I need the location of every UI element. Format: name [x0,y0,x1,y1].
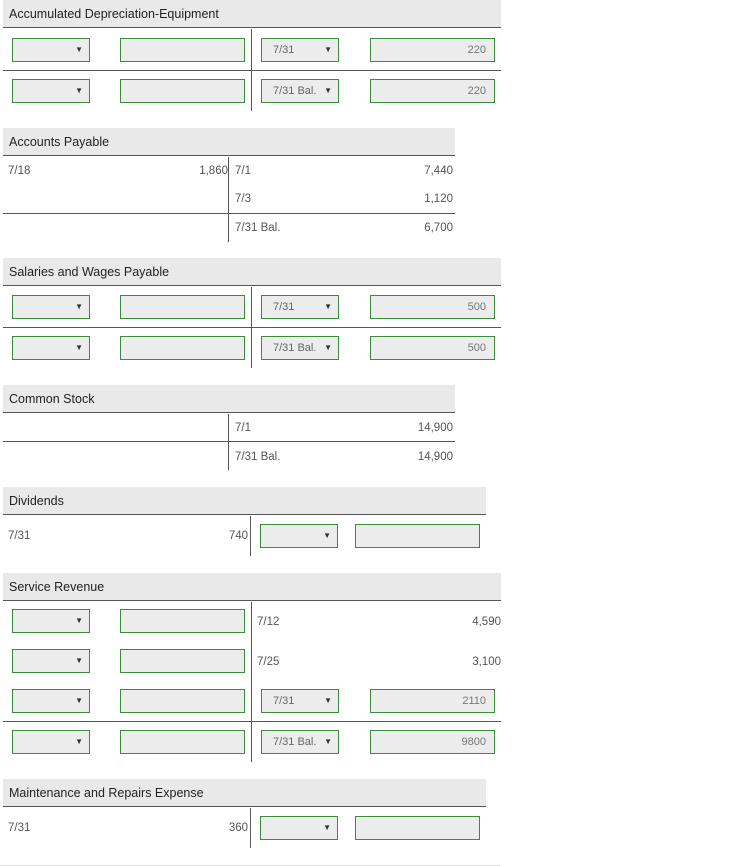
credit-date: 7/12 [257,616,280,628]
credit-amount-input[interactable]: 500 [370,336,495,360]
account-title: Maintenance and Repairs Expense [3,779,486,807]
t-divider [228,414,229,470]
row-divider [3,327,501,328]
credit-date-select[interactable]: 7/31 Bal. ▼ [261,79,339,103]
credit-date-select[interactable]: ▼ [260,816,338,840]
credit-balance-date: 7/31 Bal. [235,451,281,463]
dropdown-arrow-icon: ▼ [75,656,83,665]
debit-date-select[interactable]: ▼ [12,336,90,360]
debit-date: 7/31 [8,822,31,834]
credit-amount-input[interactable] [355,816,480,840]
credit-amount: 14,900 [417,422,453,434]
dropdown-arrow-icon: ▼ [324,302,332,311]
credit-date-select[interactable]: 7/31 ▼ [261,295,339,319]
credit-date-select[interactable]: 7/31 ▼ [261,38,339,62]
account-title: Accumulated Depreciation-Equipment [3,0,501,28]
credit-date: 7/1 [235,165,251,177]
t-divider [250,808,251,848]
credit-date-select[interactable]: 7/31 Bal. ▼ [261,730,339,754]
t-account-salaries-wages-payable: Salaries and Wages Payable ▼ 7/31 ▼ 500 ▼… [3,258,501,370]
t-account-common-stock: Common Stock 7/1 14,900 7/31 Bal. 14,900 [3,385,455,471]
credit-balance-amount: 14,900 [417,451,453,463]
credit-date: 7/25 [257,656,280,668]
debit-amount-input[interactable] [120,730,245,754]
credit-amount-input[interactable]: 2110 [370,689,495,713]
credit-amount: 3,100 [472,656,501,668]
credit-amount: 4,590 [472,616,501,628]
credit-amount: 7,440 [424,165,453,177]
account-title: Service Revenue [3,573,501,601]
debit-date-select[interactable]: ▼ [12,649,90,673]
debit-date: 7/18 [8,165,31,177]
credit-amount-input[interactable]: 220 [370,38,495,62]
debit-amount: 1,860 [199,165,228,177]
row-divider [3,70,501,71]
debit-date-select[interactable]: ▼ [12,38,90,62]
debit-date: 7/31 [8,530,31,542]
dropdown-arrow-icon: ▼ [75,343,83,352]
credit-date: 7/3 [235,193,251,205]
dropdown-arrow-icon: ▼ [324,86,332,95]
dropdown-arrow-icon: ▼ [324,696,332,705]
t-account-accounts-payable: Accounts Payable 7/18 1,860 7/1 7,440 7/… [3,128,455,243]
debit-amount-input[interactable] [120,38,245,62]
debit-date-select[interactable]: ▼ [12,609,90,633]
credit-amount-input[interactable] [355,524,480,548]
account-title: Accounts Payable [3,128,455,156]
credit-balance-amount: 6,700 [424,222,453,234]
credit-amount-input[interactable]: 9800 [370,730,495,754]
account-title: Common Stock [3,385,455,413]
credit-amount-input[interactable]: 500 [370,295,495,319]
debit-amount-input[interactable] [120,609,245,633]
t-account-dividends: Dividends 7/31 740 ▼ [3,487,486,557]
t-divider [250,516,251,556]
select-value: 7/31 Bal. [273,736,317,748]
credit-date-select[interactable]: ▼ [260,524,338,548]
select-value: 7/31 Bal. [273,342,317,354]
row-divider [3,441,455,442]
credit-date-select[interactable]: 7/31 Bal. ▼ [261,336,339,360]
dropdown-arrow-icon: ▼ [75,302,83,311]
account-title: Dividends [3,487,486,515]
account-title: Salaries and Wages Payable [3,258,501,286]
select-value: 7/31 [273,695,295,707]
credit-amount: 1,120 [424,193,453,205]
select-value: 7/31 Bal. [273,85,317,97]
dropdown-arrow-icon: ▼ [323,531,331,540]
dropdown-arrow-icon: ▼ [75,696,83,705]
debit-date-select[interactable]: ▼ [12,295,90,319]
dropdown-arrow-icon: ▼ [323,823,331,832]
dropdown-arrow-icon: ▼ [324,343,332,352]
debit-date-select[interactable]: ▼ [12,689,90,713]
t-account-maintenance-repairs-expense: Maintenance and Repairs Expense 7/31 360… [3,779,486,849]
debit-date-select[interactable]: ▼ [12,730,90,754]
debit-amount: 740 [228,530,248,542]
dropdown-arrow-icon: ▼ [324,45,332,54]
credit-date: 7/1 [235,422,251,434]
credit-amount-input[interactable]: 220 [370,79,495,103]
t-account-accumulated-depreciation: Accumulated Depreciation-Equipment ▼ 7/3… [3,0,501,112]
debit-amount-input[interactable] [120,649,245,673]
dropdown-arrow-icon: ▼ [75,86,83,95]
select-value: 7/31 [273,301,295,313]
t-account-service-revenue: Service Revenue ▼ 7/12 4,590 ▼ 7/25 3,10… [3,573,501,763]
t-divider [228,157,229,242]
debit-amount-input[interactable] [120,336,245,360]
debit-date-select[interactable]: ▼ [12,79,90,103]
row-divider [3,721,501,722]
debit-amount-input[interactable] [120,79,245,103]
dropdown-arrow-icon: ▼ [75,737,83,746]
select-value: 7/31 [273,44,295,56]
dropdown-arrow-icon: ▼ [75,45,83,54]
dropdown-arrow-icon: ▼ [324,737,332,746]
dropdown-arrow-icon: ▼ [75,616,83,625]
debit-amount-input[interactable] [120,295,245,319]
row-divider [3,213,455,214]
credit-balance-date: 7/31 Bal. [235,222,281,234]
credit-date-select[interactable]: 7/31 ▼ [261,689,339,713]
t-divider [251,602,252,762]
debit-amount: 360 [228,822,248,834]
debit-amount-input[interactable] [120,689,245,713]
